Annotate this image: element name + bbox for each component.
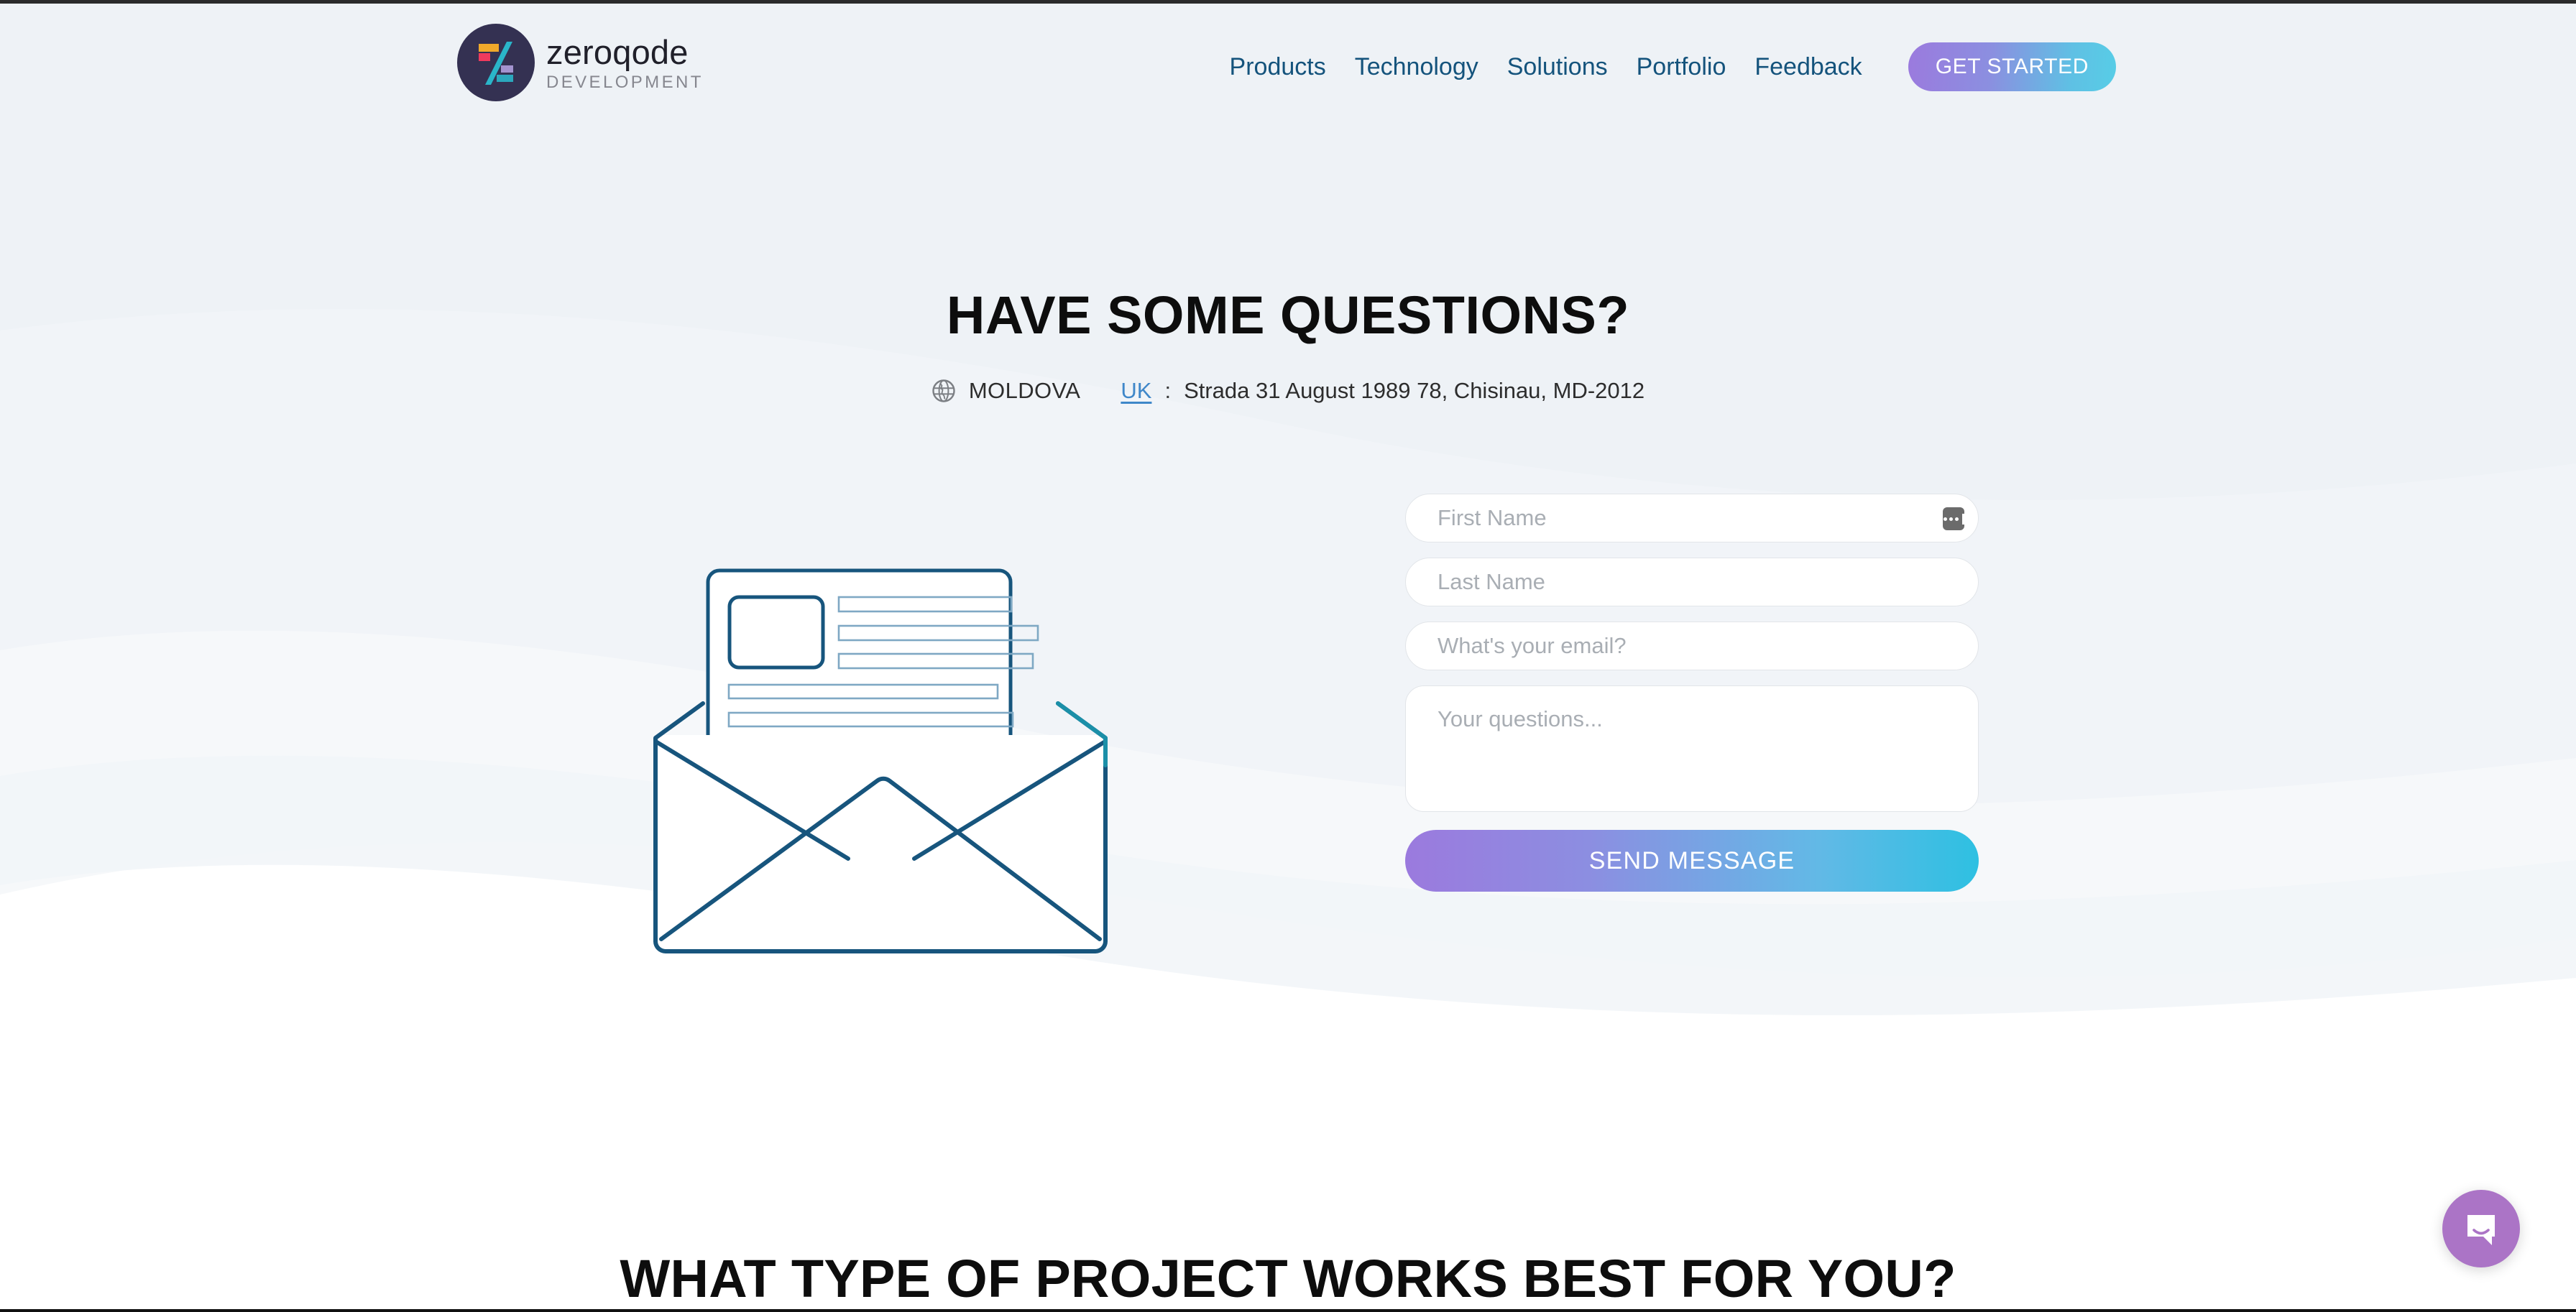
browser-top-edge xyxy=(0,0,2576,4)
nav-link-solutions[interactable]: Solutions xyxy=(1493,51,1622,83)
autofill-dot xyxy=(1954,517,1959,521)
questions-field xyxy=(1405,685,1979,812)
first-name-field xyxy=(1405,494,1979,542)
brand-subtitle: DEVELOPMENT xyxy=(546,72,704,92)
background-waves xyxy=(0,4,2576,1312)
location-separator: : xyxy=(1164,378,1172,403)
nav-link-products[interactable]: Products xyxy=(1215,51,1340,83)
last-name-field xyxy=(1405,558,1979,606)
email-field xyxy=(1405,622,1979,670)
first-name-input[interactable] xyxy=(1405,494,1979,542)
location-address: Strada 31 August 1989 78, Chisinau, MD-2… xyxy=(1184,378,1645,403)
questions-textarea[interactable] xyxy=(1405,685,1979,812)
autofill-caret xyxy=(1961,513,1964,525)
location-country: MOLDOVA xyxy=(968,378,1081,403)
send-message-button[interactable]: SEND MESSAGE xyxy=(1405,830,1979,892)
nav-link-portfolio[interactable]: Portfolio xyxy=(1622,51,1741,83)
last-name-input[interactable] xyxy=(1405,558,1979,606)
contact-form: SEND MESSAGE xyxy=(1405,494,1979,892)
location-uk-link[interactable]: UK xyxy=(1121,378,1151,404)
email-input[interactable] xyxy=(1405,622,1979,670)
nav-link-technology[interactable]: Technology xyxy=(1340,51,1493,83)
project-type-heading: WHAT TYPE OF PROJECT WORKS BEST FOR YOU? xyxy=(620,1249,1956,1308)
page-root: zeroqode DEVELOPMENT Products Technology… xyxy=(0,4,2576,1312)
brand-text: zeroqode DEVELOPMENT xyxy=(546,32,704,93)
brand-logo-link[interactable]: zeroqode DEVELOPMENT xyxy=(457,24,704,101)
autofill-dot xyxy=(1949,517,1953,521)
page-bottom-edge xyxy=(0,1309,2576,1312)
chat-bubble-icon xyxy=(2467,1215,2495,1245)
globe-icon xyxy=(932,379,955,402)
open-envelope-with-letter-illustration xyxy=(653,568,1108,953)
brand-name: zeroqode xyxy=(546,32,689,71)
page-title: HAVE SOME QUESTIONS? xyxy=(946,285,1630,345)
autofill-dot xyxy=(1943,517,1947,521)
chat-launcher-button[interactable] xyxy=(2442,1190,2520,1267)
zeroqode-logo-icon xyxy=(457,24,535,101)
nav-link-feedback[interactable]: Feedback xyxy=(1740,51,1876,83)
get-started-button[interactable]: GET STARTED xyxy=(1908,42,2116,91)
password-manager-autofill-icon[interactable] xyxy=(1943,507,1964,530)
location-row: MOLDOVA UK : Strada 31 August 1989 78, C… xyxy=(0,378,2576,404)
project-type-section: WHAT TYPE OF PROJECT WORKS BEST FOR YOU? xyxy=(0,1158,2576,1312)
main-navigation: Products Technology Solutions Portfolio … xyxy=(1215,42,2116,91)
site-header: zeroqode DEVELOPMENT Products Technology… xyxy=(0,4,2576,126)
